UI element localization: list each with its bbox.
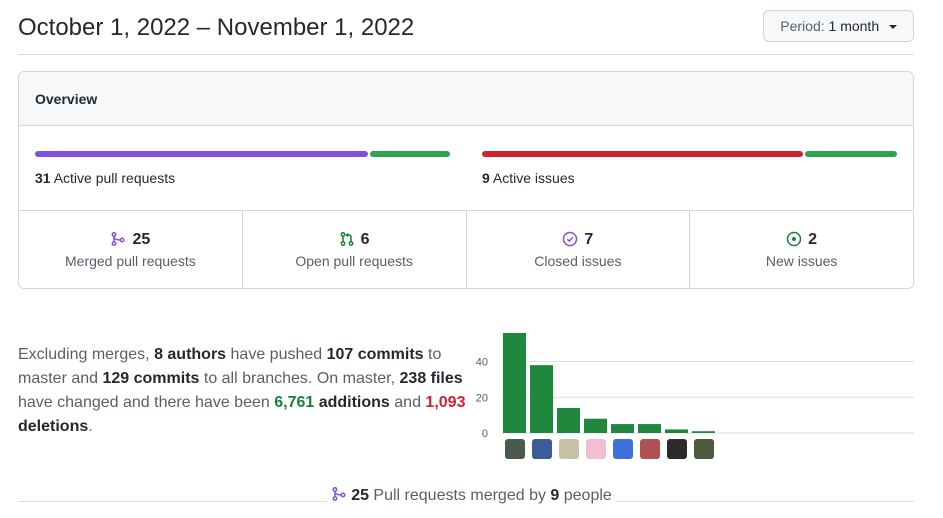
additions-count: 6,761 — [274, 394, 315, 411]
new-issues-label: New issues — [765, 253, 838, 269]
overview-heading: Overview — [19, 72, 913, 126]
active-pull-requests-label: 31 Active pull requests — [35, 170, 450, 186]
commit-bar: contributor 5: 5 — [611, 424, 634, 433]
issue-opened-icon — [786, 231, 802, 247]
activity-bars: 31 Active pull requests 9 Active issues — [19, 126, 913, 211]
stats-row: 25 Merged pull requests 6 Open pull requ… — [19, 211, 913, 288]
commit-bar: contributor 1: 56 — [503, 333, 526, 433]
new-issues-count: 2 — [808, 231, 818, 248]
contributor-avatar — [694, 439, 714, 459]
merged-pull-requests-label: Merged pull requests — [65, 253, 196, 269]
summary-text: have changed and there have been — [18, 394, 275, 411]
merged-pull-requests-count: 25 — [132, 231, 151, 248]
commit-summary: Excluding merges, 8 authors have pushed … — [18, 343, 468, 439]
new-issues-stat[interactable]: 2 New issues — [690, 211, 913, 288]
closed-issues-stat[interactable]: 7 Closed issues — [467, 211, 691, 288]
page-title: October 1, 2022 – November 1, 2022 — [18, 14, 415, 41]
deletions-word: deletions — [18, 418, 89, 435]
contributor-avatar — [640, 439, 660, 459]
footer-text: people — [559, 487, 612, 504]
period-dropdown-button[interactable]: Period: 1 month — [763, 10, 914, 42]
open-segment — [369, 151, 450, 157]
active-pull-requests-count: 31 — [35, 170, 51, 186]
pull-request-progress-bar — [35, 151, 450, 157]
contributor-avatar — [586, 439, 606, 459]
closed-issues-count: 7 — [584, 231, 594, 248]
issue-progress-bar — [482, 151, 897, 157]
footer-merged-count: 25 — [351, 487, 369, 504]
summary-text: . — [88, 418, 93, 435]
active-issues-text: Active issues — [492, 170, 575, 186]
open-pull-requests-count: 6 — [360, 231, 370, 248]
caret-down-icon — [889, 25, 897, 30]
commit-bar: contributor 3: 14 — [557, 408, 580, 433]
files-changed-count: 238 files — [399, 370, 463, 387]
contributor-avatar — [559, 439, 579, 459]
additions-word: additions — [314, 394, 390, 411]
footer-people-count: 9 — [550, 487, 560, 504]
commit-bar: contributor 2: 38 — [530, 365, 553, 433]
git-pull-request-icon — [340, 232, 354, 246]
overview-panel: Overview 31 Active pull requests 9 Activ… — [18, 71, 914, 289]
open-pull-requests-stat[interactable]: 6 Open pull requests — [243, 211, 467, 288]
git-merge-icon — [332, 487, 346, 501]
issue-summary[interactable]: 9 Active issues — [482, 151, 897, 186]
contributor-avatar — [667, 439, 687, 459]
page-header: October 1, 2022 – November 1, 2022 Perio… — [18, 10, 914, 55]
y-tick-label: 20 — [476, 392, 488, 404]
open-pull-requests-label: Open pull requests — [295, 253, 413, 269]
summary-text: have pushed — [226, 346, 327, 363]
new-segment — [805, 151, 897, 157]
summary-text: Excluding merges, — [18, 346, 155, 363]
summary-text: and — [389, 394, 426, 411]
issue-closed-icon — [563, 231, 578, 247]
closed-issues-label: Closed issues — [534, 253, 622, 269]
contributor-avatar — [613, 439, 633, 459]
contributor-avatar — [505, 439, 525, 459]
active-issues-label: 9 Active issues — [482, 170, 897, 186]
commit-bar: contributor 6: 5 — [638, 424, 661, 433]
merged-segment — [35, 151, 368, 157]
pull-request-summary[interactable]: 31 Active pull requests — [35, 151, 450, 186]
y-tick-label: 0 — [482, 428, 488, 440]
merged-pull-requests-stat[interactable]: 25 Merged pull requests — [19, 211, 243, 288]
contributor-avatar — [532, 439, 552, 459]
active-issues-count: 9 — [482, 170, 490, 186]
master-commits-count: 107 commits — [326, 346, 424, 363]
summary-text: to all branches. On master, — [199, 370, 400, 387]
authors-count: 8 authors — [154, 346, 227, 363]
merged-pull-requests-summary[interactable]: 25 Pull requests merged by 9 people — [0, 486, 943, 505]
active-pull-requests-text: Active pull requests — [53, 170, 176, 186]
commit-bar: contributor 8: 1 — [692, 431, 715, 433]
git-merge-icon — [112, 232, 125, 246]
closed-segment — [482, 151, 804, 157]
period-value: 1 month — [828, 18, 880, 34]
y-tick-label: 40 — [476, 357, 488, 369]
commit-bar: contributor 7: 2 — [665, 429, 688, 433]
deletions-count: 1,093 — [425, 394, 466, 411]
commit-bar: contributor 4: 8 — [584, 418, 607, 433]
commits-by-author-chart: 02040contributor 1: 56contributor 2: 38c… — [476, 333, 914, 459]
all-commits-count: 129 commits — [102, 370, 200, 387]
period-label: Period: — [780, 18, 825, 34]
footer-text: Pull requests merged by — [368, 487, 551, 504]
